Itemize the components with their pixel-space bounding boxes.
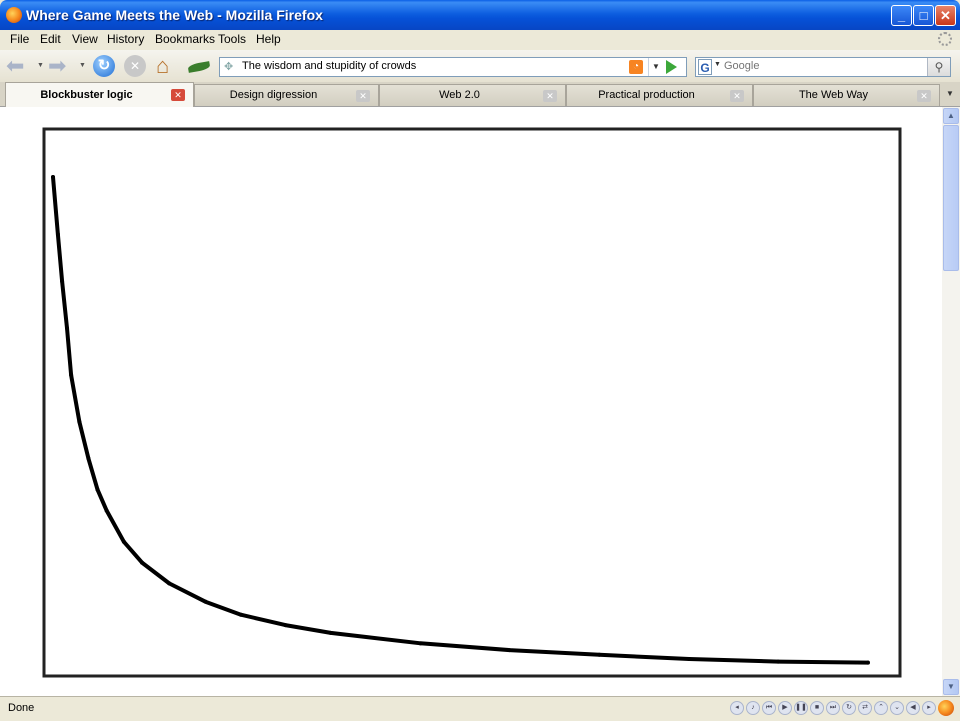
pause-icon[interactable]: ❚❚: [794, 701, 808, 715]
data-point: [776, 659, 781, 664]
tab-label: Blockbuster logic: [40, 89, 133, 101]
data-point: [167, 581, 172, 586]
stop-icon[interactable]: ✕: [124, 55, 146, 77]
menu-bookmarks[interactable]: Bookmarks: [155, 32, 215, 46]
tab-label: The Web Way: [798, 89, 869, 101]
menu-view[interactable]: View: [72, 32, 98, 46]
forward-history-dropdown-icon[interactable]: ▼: [79, 62, 86, 69]
firefox-status-icon: [938, 700, 954, 716]
data-point: [86, 456, 91, 461]
tab-blockbuster-logic[interactable]: Blockbuster logic ✕: [5, 82, 194, 107]
status-text: Done: [8, 702, 35, 714]
back-history-dropdown-icon[interactable]: ▼: [37, 62, 44, 69]
engine-dropdown-icon[interactable]: ▼: [714, 61, 721, 68]
repeat-icon[interactable]: ↻: [842, 701, 856, 715]
tab-close-icon[interactable]: ✕: [543, 90, 557, 102]
search-magnifier-icon[interactable]: ⚲: [927, 58, 950, 76]
vertical-scrollbar[interactable]: ▲ ▼: [942, 107, 960, 696]
plot-frame: [42, 127, 902, 678]
data-point: [687, 656, 692, 661]
data-point: [507, 648, 512, 653]
url-dropdown-icon[interactable]: ▼: [648, 58, 663, 76]
data-point: [65, 326, 70, 331]
data-point: [283, 623, 288, 628]
down-icon[interactable]: ⌄: [890, 701, 904, 715]
menu-bar: File Edit View History Bookmarks Tools H…: [0, 30, 960, 50]
window-title: Where Game Meets the Web - Mozilla Firef…: [26, 7, 323, 23]
menu-help[interactable]: Help: [256, 32, 281, 46]
tab-label: Practical production: [598, 89, 695, 101]
search-input[interactable]: [724, 60, 922, 72]
up-icon[interactable]: ⌃: [874, 701, 888, 715]
data-point: [121, 539, 126, 544]
play-icon[interactable]: ▶: [778, 701, 792, 715]
address-bar[interactable]: ✥ The wisdom and stupidity of crowds ◔ ▼: [219, 57, 687, 77]
minimize-button[interactable]: _: [891, 5, 912, 26]
tab-close-icon[interactable]: ✕: [730, 90, 744, 102]
close-button[interactable]: ✕: [935, 5, 956, 26]
long-tail-chart: [42, 127, 902, 678]
page-content: [0, 107, 942, 696]
tab-the-web-way[interactable]: The Web Way ✕: [753, 84, 940, 106]
home-icon[interactable]: ⌂: [156, 55, 180, 77]
tab-close-icon[interactable]: ✕: [171, 89, 185, 101]
next-arrow-icon[interactable]: ▸: [922, 701, 936, 715]
tab-web-2[interactable]: Web 2.0 ✕: [379, 84, 566, 106]
stop-media-icon[interactable]: ■: [810, 701, 824, 715]
data-point: [95, 487, 100, 492]
tab-list-dropdown-icon[interactable]: ▼: [942, 84, 958, 104]
back-arrow-icon[interactable]: ⬅: [6, 55, 30, 77]
forward-arrow-icon[interactable]: ➡: [48, 55, 72, 77]
data-point: [418, 641, 423, 646]
activity-throbber-icon: [938, 32, 952, 46]
rss-feed-icon[interactable]: ◔: [629, 60, 643, 74]
go-arrow-icon[interactable]: [666, 60, 677, 74]
data-point: [77, 419, 82, 424]
title-bar: Where Game Meets the Web - Mozilla Firef…: [0, 0, 960, 30]
tab-label: Web 2.0: [439, 89, 480, 101]
address-text[interactable]: The wisdom and stupidity of crowds: [242, 60, 416, 72]
scroll-up-arrow-icon[interactable]: ▲: [943, 108, 959, 124]
scroll-thumb[interactable]: [943, 125, 959, 271]
google-engine-icon[interactable]: G: [698, 59, 712, 75]
menu-tools[interactable]: Tools: [218, 32, 246, 46]
media-controls: ◂ ♪ ⏮ ▶ ❚❚ ■ ⏭ ↻ ⇄ ⌃ ⌄ ◀ ▸: [728, 701, 936, 717]
scroll-down-arrow-icon[interactable]: ▼: [943, 679, 959, 695]
menu-edit[interactable]: Edit: [40, 32, 61, 46]
data-point: [328, 630, 333, 635]
tab-practical-production[interactable]: Practical production ✕: [566, 84, 753, 106]
leaf-addon-icon[interactable]: [187, 61, 211, 73]
data-point: [51, 175, 55, 180]
reload-icon[interactable]: ↻: [93, 55, 115, 77]
rewind-icon[interactable]: ⏮: [762, 701, 776, 715]
forward-icon[interactable]: ⏭: [826, 701, 840, 715]
menu-file[interactable]: File: [10, 32, 29, 46]
data-point: [69, 373, 74, 378]
tab-label: Design digression: [229, 89, 318, 101]
series-curve: [51, 175, 870, 665]
tab-design-digression[interactable]: Design digression ✕: [194, 84, 379, 106]
search-bar: G ▼ ⚲: [695, 57, 951, 77]
tab-close-icon[interactable]: ✕: [356, 90, 370, 102]
status-bar: Done ◂ ♪ ⏮ ▶ ❚❚ ■ ⏭ ↻ ⇄ ⌃ ⌄ ◀ ▸: [0, 696, 960, 721]
tab-close-icon[interactable]: ✕: [917, 90, 931, 102]
data-point: [139, 560, 144, 565]
prev-arrow-icon[interactable]: ◂: [730, 701, 744, 715]
maximize-button[interactable]: □: [913, 5, 934, 26]
data-point: [60, 279, 65, 284]
data-point: [597, 652, 602, 657]
volume-icon[interactable]: ◀: [906, 701, 920, 715]
tab-strip: Blockbuster logic ✕ Design digression ✕ …: [0, 82, 960, 107]
firefox-icon: [6, 7, 22, 23]
shuffle-icon[interactable]: ⇄: [858, 701, 872, 715]
data-point: [104, 508, 109, 513]
data-point: [55, 232, 60, 237]
media-icon[interactable]: ♪: [746, 701, 760, 715]
data-point: [238, 612, 243, 617]
menu-history[interactable]: History: [107, 32, 144, 46]
page-favicon-icon: ✥: [224, 61, 234, 73]
data-point: [865, 660, 870, 665]
data-point: [203, 599, 208, 604]
